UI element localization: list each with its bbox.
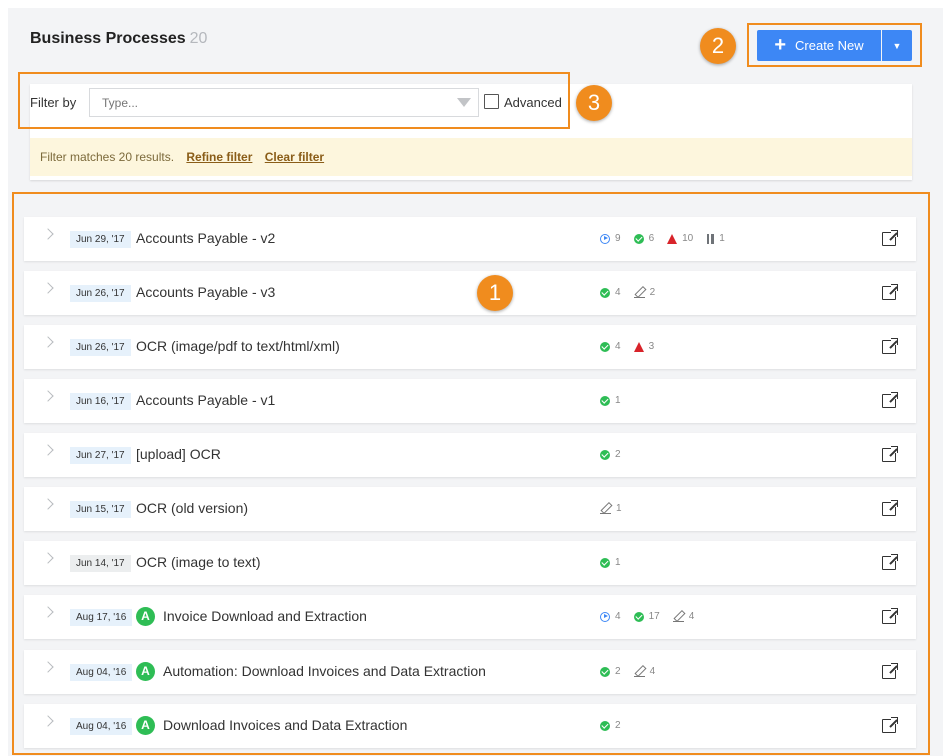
create-highlight-frame: + Create New ▼ [747, 23, 922, 67]
callout-badge-1: 1 [477, 275, 513, 311]
callout-badge-2: 2 [700, 28, 736, 64]
clear-filter-link[interactable]: Clear filter [265, 150, 324, 164]
result-count: 20 [189, 30, 208, 47]
page-title-text: Business Processes [30, 30, 186, 47]
list-highlight-frame [12, 192, 930, 755]
callout-badge-3: 3 [576, 85, 612, 121]
plus-icon: + [774, 33, 787, 56]
create-new-button[interactable]: + Create New [757, 30, 881, 61]
refine-filter-link[interactable]: Refine filter [186, 150, 252, 164]
create-new-label: Create New [795, 38, 864, 53]
filter-notice-text: Filter matches 20 results. [40, 150, 175, 164]
page-title: Business Processes 20 [30, 30, 207, 48]
filter-notice: Filter matches 20 results. Refine filter… [30, 138, 912, 176]
caret-down-icon: ▼ [892, 40, 902, 51]
filter-highlight-frame [18, 72, 570, 129]
create-dropdown-button[interactable]: ▼ [882, 30, 912, 61]
